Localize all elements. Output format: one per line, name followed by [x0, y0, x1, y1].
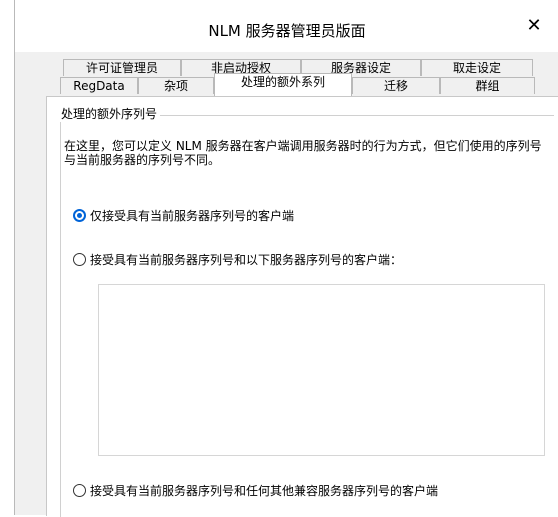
- group-label: 处理的额外序列号: [58, 105, 161, 122]
- option-current-serial-only[interactable]: 仅接受具有当前服务器序列号的客户端: [73, 207, 294, 224]
- option-label: 仅接受具有当前服务器序列号的客户端: [90, 209, 295, 223]
- serial-number-list[interactable]: [98, 284, 545, 456]
- radio-unchecked-icon[interactable]: [73, 253, 86, 266]
- tab-license-manager[interactable]: 许可证管理员: [63, 59, 181, 76]
- option-label: 接受具有当前服务器序列号和任何其他兼容服务器序列号的客户端: [90, 484, 439, 498]
- title-bar: NLM 服务器管理员版面 ✕: [15, 0, 558, 52]
- tab-checkout-settings[interactable]: 取走设定: [421, 59, 533, 76]
- tab-migration[interactable]: 迁移: [352, 77, 440, 94]
- nlm-admin-dialog: NLM 服务器管理员版面 ✕ 许可证管理员 非启动授权 服务器设定 取走设定 R…: [14, 0, 558, 517]
- tab-misc[interactable]: 杂项: [138, 77, 214, 94]
- tab-regdata[interactable]: RegData: [60, 77, 138, 94]
- tab-row-2: RegData 杂项 处理的额外系列 迁移 群组: [60, 73, 535, 96]
- tab-extra-serials[interactable]: 处理的额外系列: [214, 73, 352, 96]
- description-text: 在这里，您可以定义 NLM 服务器在客户端调用服务器时的行为方式，但它们使用的序…: [64, 139, 542, 167]
- tab-panel: 处理的额外序列号 在这里，您可以定义 NLM 服务器在客户端调用服务器时的行为方…: [46, 96, 558, 517]
- option-label: 接受具有当前服务器序列号和以下服务器序列号的客户端：: [90, 253, 403, 267]
- option-current-and-listed-serials[interactable]: 接受具有当前服务器序列号和以下服务器序列号的客户端：: [73, 251, 402, 268]
- tab-groups[interactable]: 群组: [440, 77, 535, 94]
- option-current-and-compatible-serials[interactable]: 接受具有当前服务器序列号和任何其他兼容服务器序列号的客户端: [73, 482, 438, 499]
- dialog-title: NLM 服务器管理员版面: [208, 22, 366, 40]
- radio-checked-icon[interactable]: [73, 209, 86, 222]
- radio-unchecked-icon[interactable]: [73, 484, 86, 497]
- close-icon[interactable]: ✕: [523, 15, 545, 37]
